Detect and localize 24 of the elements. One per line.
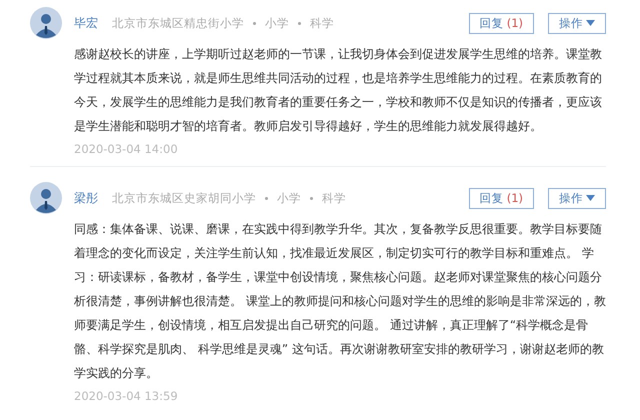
author-info: 北京市东城区精忠街小学	[112, 16, 244, 30]
author-info: 科学	[310, 16, 334, 30]
actions-button[interactable]: 操作	[548, 188, 606, 208]
avatar-icon	[30, 7, 62, 39]
actions-button[interactable]: 操作	[548, 12, 606, 34]
separator-dot	[310, 196, 313, 200]
comment-text: 感谢赵校长的讲座，上学期听过赵老师的一节课，让我切身体会到促进发展学生思维的培养。课堂教学过程就其本质来说，就是师生思维共同活动的过程，也是培养学生思维能力的过程。在素质教育的今天，发展学生的思维能力是我们教育者的重要任务之一，学校和教师不仅是知识的传播者，更应该是学生潜能和聪明才智的培育者。教师启发引导得越好，学生的思维能力就发展得越好。	[74, 46, 603, 135]
avatar-icon	[30, 182, 62, 214]
comment-date: 2020-03-04 14:00	[74, 142, 179, 156]
caret-icon	[586, 195, 595, 201]
reply-button[interactable]: 回复 (1)	[468, 188, 534, 208]
separator-dot	[253, 22, 256, 24]
author-name[interactable]: 毕宏	[74, 14, 98, 32]
reply-button[interactable]: 回复 (1)	[468, 12, 534, 34]
separator-dot	[265, 196, 268, 200]
author-info: 小学	[265, 16, 289, 30]
author-info: 科学	[322, 190, 346, 206]
author-name[interactable]: 梁彤	[74, 190, 98, 206]
comment-text: 同感：集体备课、说课、磨课，在实践中得到教学升华。其次，复备教学反思很重要。教学目标要随着理念的变化而设定，关注学生前认知，找准最近发展区，制定切实可行的教学目标和重难点。 学习：研读课标，备教材，备学生，课堂中创设情境，聚焦核心问题。赵老师对课堂聚焦的核心问题分析很清楚，事例讲解也很清楚。 课堂上的教师提问和核心问题对学生的思维的影响是非常深远的，教师要满足学生，创设情境，相互启发提出自己研究的问题。 通过讲解，真正理解了“科学概念是骨骼、科学探究是肌肉、 科学思维是灵魂” 这句话。再次谢谢教研室安排的教研学习，谢谢赵老师的教学实践的分享。	[74, 221, 606, 382]
author-info: 小学	[277, 190, 301, 206]
comment-date: 2020-03-04 13:59	[74, 389, 179, 403]
caret-icon	[586, 20, 595, 26]
separator-dot	[298, 22, 301, 24]
author-info: 北京市东城区史家胡同小学	[112, 190, 256, 206]
